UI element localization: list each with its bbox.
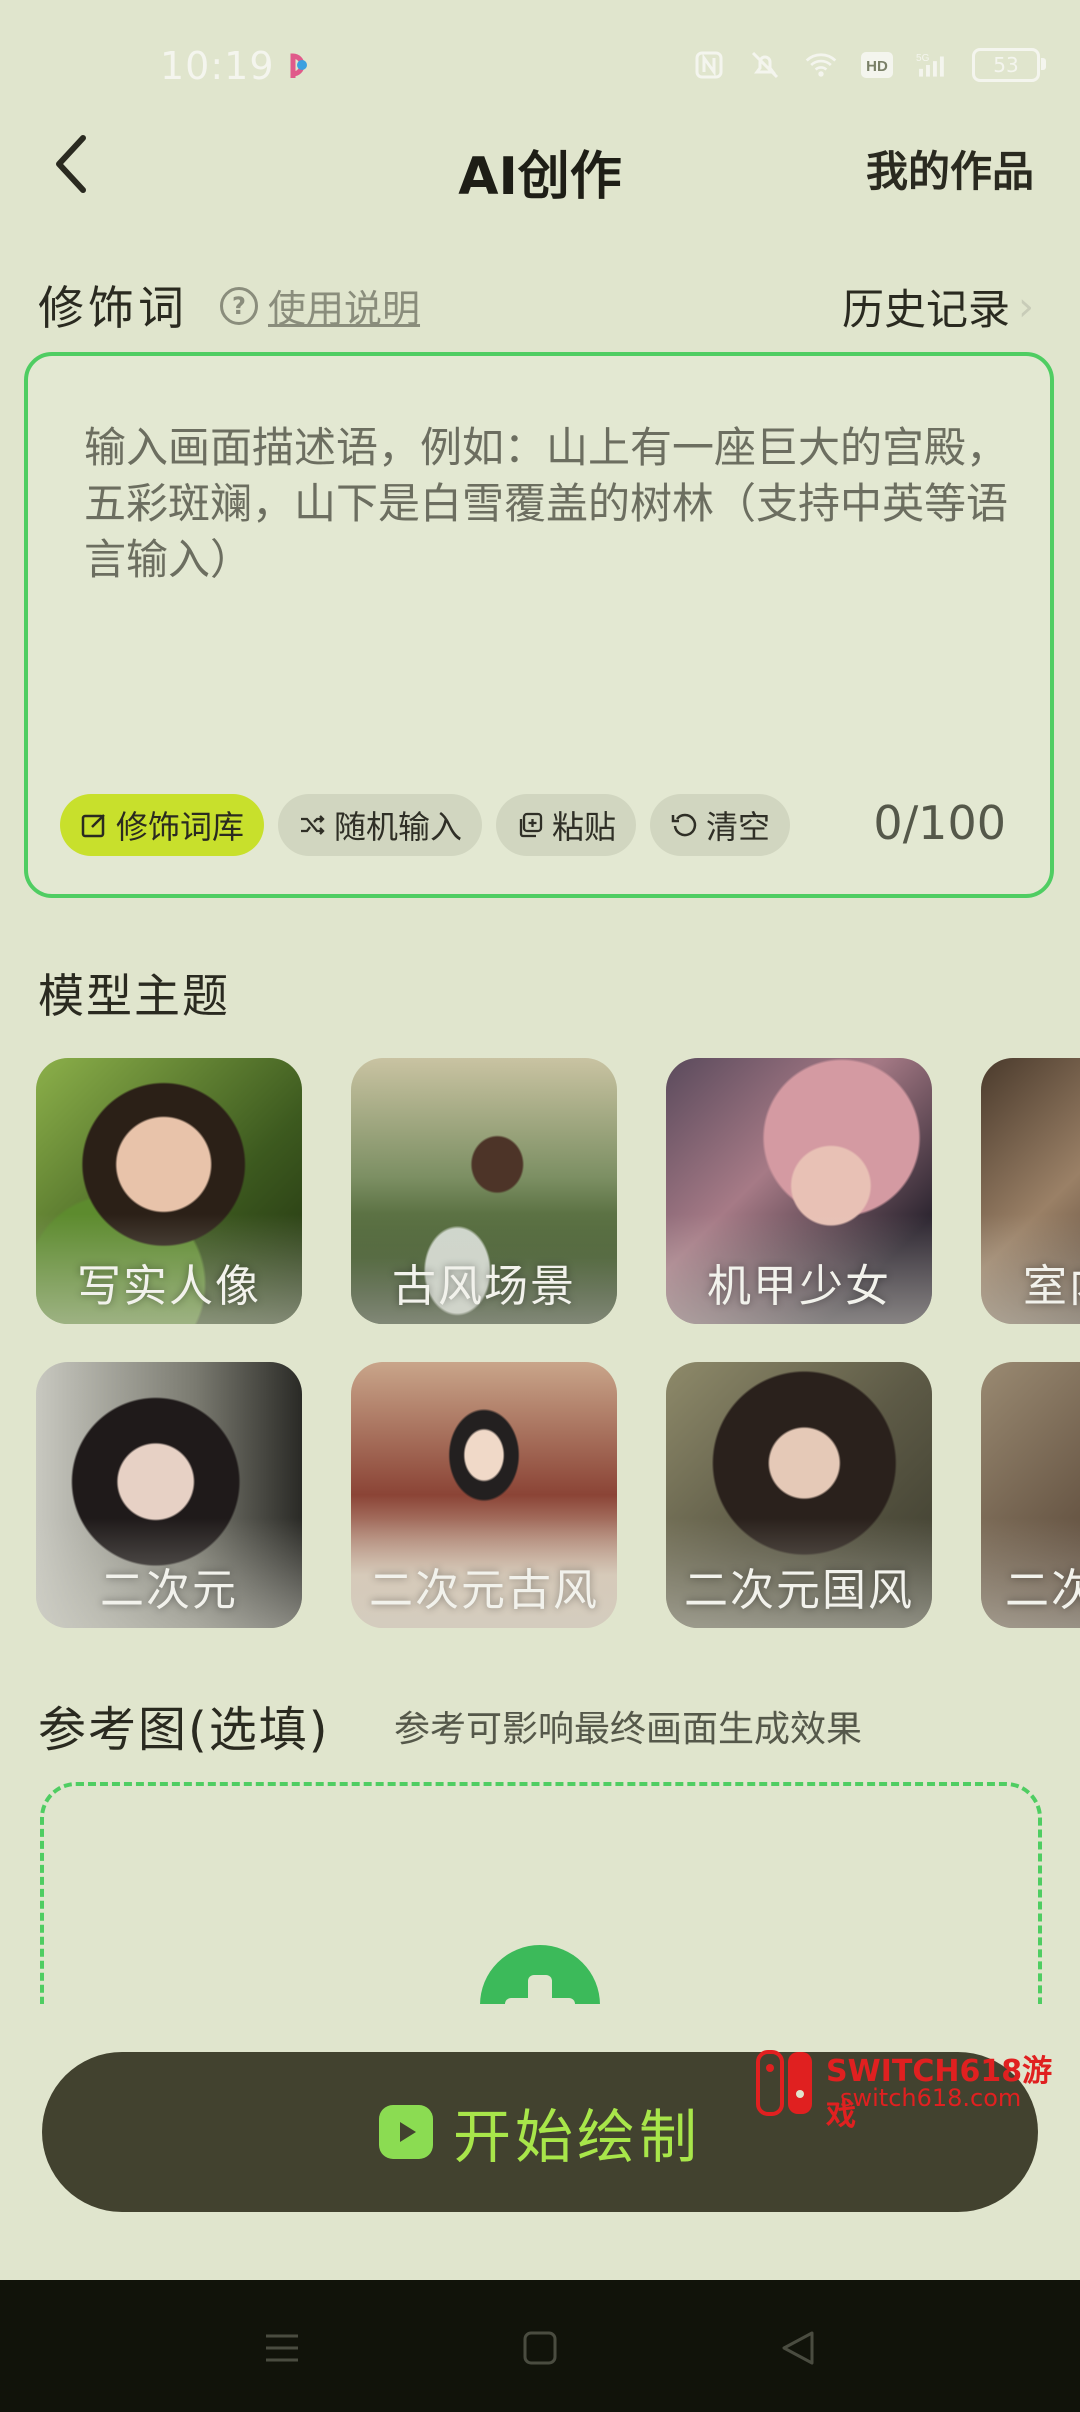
theme-card-interior[interactable]: 室内 (981, 1058, 1080, 1324)
theme-label: 古风场景 (392, 1261, 576, 1312)
theme-card-realistic-portrait[interactable]: 写实人像 (36, 1058, 302, 1324)
prompt-placeholder[interactable]: 输入画面描述语，例如：山上有一座巨大的宫殿，五彩斑斓，山下是白雪覆盖的树林（支持… (84, 420, 1014, 588)
signal-icon: 5G (916, 48, 950, 82)
theme-card-anime-more[interactable]: 二次 (981, 1362, 1080, 1628)
theme-card-anime[interactable]: 二次元 (36, 1362, 302, 1628)
switch-logo-icon (756, 2050, 818, 2116)
wifi-icon (804, 48, 838, 82)
theme-label: 二次元古风 (369, 1565, 599, 1616)
menu-icon[interactable] (258, 2324, 306, 2372)
help-icon: ? (220, 286, 258, 325)
svg-text:HD: HD (866, 58, 888, 75)
theme-label: 二次元 (100, 1565, 238, 1616)
paste-label: 粘贴 (552, 808, 617, 846)
theme-label: 二次元国风 (684, 1565, 914, 1616)
modifier-library-button[interactable]: 修饰词库 (60, 794, 265, 856)
back-nav-icon[interactable] (774, 2324, 822, 2372)
nfc-icon (692, 48, 726, 82)
reference-hint: 参考可影响最终画面生成效果 (394, 1709, 863, 1750)
modifier-label: 修饰词 (38, 281, 188, 335)
reference-title: 参考图(选填) (38, 1702, 330, 1758)
theme-label: 写实人像 (77, 1261, 261, 1312)
theme-label: 机甲少女 (707, 1261, 891, 1312)
model-theme-title: 模型主题 (38, 969, 230, 1023)
paste-button[interactable]: 粘贴 (496, 794, 637, 856)
theme-card-anime-ancient[interactable]: 二次元古风 (351, 1362, 617, 1628)
usage-help-link[interactable]: 使用说明 (268, 278, 420, 333)
paste-icon (519, 812, 543, 838)
shuffle-icon (301, 815, 325, 835)
svg-text:5G: 5G (916, 53, 930, 64)
random-input-button[interactable]: 随机输入 (278, 794, 483, 856)
model-theme-grid: 写实人像 古风场景 机甲少女 室内 二次元 二次元古风 二次元国风 二次 (36, 1058, 1080, 1628)
home-icon[interactable] (516, 2324, 564, 2372)
edit-icon (81, 814, 105, 838)
clear-button[interactable]: 清空 (650, 794, 791, 856)
hd-icon: HD (860, 48, 894, 82)
mute-icon (748, 48, 782, 82)
watermark-url: switch618.com (840, 2084, 1022, 2112)
theme-label: 室内 (1023, 1261, 1080, 1312)
theme-card-anime-guofeng[interactable]: 二次元国风 (666, 1362, 932, 1628)
history-label: 历史记录 (841, 285, 1010, 334)
system-nav-bar (0, 2280, 1080, 2412)
modifier-library-label: 修饰词库 (116, 808, 245, 846)
char-counter: 0/100 (873, 796, 1006, 850)
app-notification-icon (284, 48, 318, 82)
refresh-icon (671, 813, 697, 837)
theme-card-mecha-girl[interactable]: 机甲少女 (666, 1058, 932, 1324)
start-drawing-label: 开始绘制 (452, 2103, 701, 2171)
theme-card-ancient-scene[interactable]: 古风场景 (351, 1058, 617, 1324)
play-icon (378, 2105, 433, 2159)
history-button[interactable]: 历史记录 › (842, 276, 1034, 337)
battery-icon: 53 (972, 48, 1046, 82)
status-icons: HD 5G 53 (692, 48, 1046, 82)
clear-label: 清空 (706, 808, 771, 846)
prompt-tools: 修饰词库 随机输入 粘贴 清空 (60, 794, 791, 856)
usage-help[interactable]: ? 使用说明 (220, 278, 420, 333)
theme-label: 二次 (1005, 1565, 1080, 1616)
random-input-label: 随机输入 (334, 808, 463, 846)
my-works-button[interactable]: 我的作品 (866, 138, 1034, 199)
status-time: 10:19 (160, 44, 275, 88)
chevron-right-icon: › (1018, 283, 1034, 330)
